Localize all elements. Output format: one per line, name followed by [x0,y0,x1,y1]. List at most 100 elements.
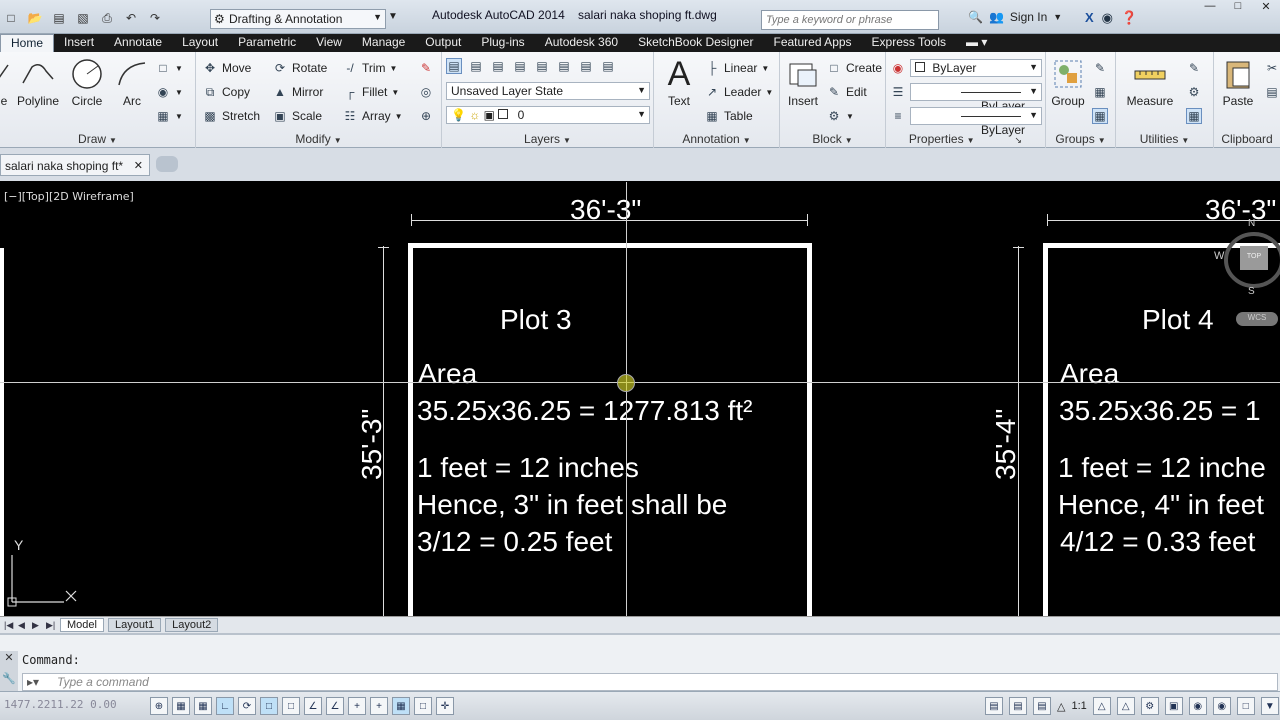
infer-constraints-icon[interactable]: ⊕ [150,697,168,715]
dialog-launcher-icon[interactable]: ↘ [1015,135,1023,145]
tab-featured-apps[interactable]: Featured Apps [763,34,861,52]
fillet-button[interactable]: ┌ Fillet ▼ [342,82,400,102]
quick-select-button[interactable]: ✎ [1186,58,1202,78]
dynamic-input-icon[interactable]: + [348,697,366,715]
tab-view[interactable]: View [306,34,352,52]
viewcube[interactable]: N W S TOP WCS [1208,216,1280,326]
object-snap-tracking-icon[interactable]: ∠ [304,697,322,715]
layer-lock-icon[interactable]: ▤ [578,58,594,74]
tab-manage[interactable]: Manage [352,34,415,52]
close-icon[interactable]: ✕ [1252,0,1280,18]
undo-icon[interactable]: ↶ [120,8,142,28]
workspace-select[interactable]: ⚙ Drafting & Annotation ▼ [210,9,386,29]
layer-match-icon[interactable]: ▤ [468,58,484,74]
rectangle-tool[interactable]: □ ▼ [155,58,183,78]
insert-block-tool[interactable]: Insert [782,58,824,108]
tab-layout2[interactable]: Layout2 [165,618,219,632]
wcs-menu[interactable]: WCS [1236,312,1278,326]
auto-scale-icon[interactable]: △ [1116,697,1135,715]
scale-button[interactable]: ▣ Scale [272,106,322,126]
groups-panel-label[interactable]: Groups ▼ [1046,132,1115,146]
layer-freeze-icon[interactable]: ▤ [556,58,572,74]
minimize-icon[interactable]: — [1196,0,1224,18]
redo-icon[interactable]: ↷ [144,8,166,28]
coordinate-readout[interactable]: 1477.2211.22 0.00 [4,698,117,711]
copy-clip-button[interactable]: ▤ [1264,82,1280,102]
transparency-icon[interactable]: ▦ [392,697,410,715]
clipboard-panel-label[interactable]: Clipboard [1214,132,1280,146]
leader-button[interactable]: ↗ Leader ▼ [704,82,773,102]
isolate-objects-icon[interactable]: ◉ [1212,697,1231,715]
polar-tracking-icon[interactable]: ⟳ [238,697,256,715]
utilities-panel-label[interactable]: Utilities ▼ [1116,132,1213,146]
save-icon[interactable]: ▤ [48,8,70,28]
paste-tool[interactable]: Paste [1216,58,1260,108]
model-space-icon[interactable]: ▤ [985,697,1003,715]
object-snap-icon[interactable]: □ [260,697,278,715]
mirror-button[interactable]: ▲ Mirror [272,82,323,102]
boundary-tool[interactable]: ▦ ▼ [155,106,183,126]
workspace-switch-icon[interactable]: ⚙ [1140,697,1159,715]
lineweight-toggle-icon[interactable]: + [370,697,388,715]
layer-off-icon[interactable]: ▤ [534,58,550,74]
close-icon[interactable]: ✕ [134,159,143,172]
text-tool[interactable]: A Text [658,55,700,109]
print-icon[interactable]: ⎙ [96,8,118,28]
next-tab-icon[interactable]: ▶ [32,620,42,631]
ortho-mode-icon[interactable]: ∟ [216,697,234,715]
help-icon[interactable]: ❓ [1121,10,1137,26]
ungroup-button[interactable]: ✎ [1092,58,1108,78]
tab-insert[interactable]: Insert [54,34,104,52]
toolbar-lock-icon[interactable]: ▣ [1164,697,1183,715]
trim-button[interactable]: -/ Trim ▼ [342,58,397,78]
quick-view-icon[interactable]: ▤ [1009,697,1027,715]
maximize-icon[interactable]: □ [1224,0,1252,18]
line-tool[interactable]: e [0,58,14,108]
group-select-button[interactable]: ▦ [1092,106,1108,126]
move-button[interactable]: ✥ Move [202,58,251,78]
exchange-icon[interactable]: X [1085,10,1094,26]
prev-tab-icon[interactable]: ◀ [18,620,28,631]
hatch-tool[interactable]: ◉ ▼ [155,82,183,102]
new-tab-button[interactable] [156,156,178,172]
open-icon[interactable]: 📂 [24,8,46,28]
wrench-icon[interactable]: 🔧 [0,672,18,685]
array-button[interactable]: ☷ Array ▼ [342,106,403,126]
arc-tool[interactable]: Arc [114,58,150,108]
layers-panel-label[interactable]: Layers ▼ [442,132,653,146]
close-icon[interactable]: ✕ [0,651,18,664]
viewcube-top-face[interactable]: TOP [1240,246,1268,270]
tab-parametric[interactable]: Parametric [228,34,306,52]
block-attributes-button[interactable]: ⚙ ▼ [826,106,854,126]
a360-icon[interactable]: ◉ [1102,10,1113,26]
circle-tool[interactable]: Circle [66,58,108,108]
select-all-button[interactable]: ⚙ [1186,82,1202,102]
edit-block-button[interactable]: ✎ Edit [826,82,867,102]
layer-walk-icon[interactable]: ▤ [600,58,616,74]
tab-annotate[interactable]: Annotate [104,34,172,52]
command-input[interactable]: ▸▾ Type a command [22,673,1278,691]
linetype-select[interactable]: ByLayer ▼ [910,107,1042,137]
command-prompt-icon[interactable]: ▸▾ [27,675,39,689]
viewport-controls[interactable]: [−][Top][2D Wireframe] [4,190,134,203]
lineweight-select[interactable]: ByLayer ▼ [910,83,1042,113]
drawing-canvas[interactable]: [−][Top][2D Wireframe] 36'-3" 35'-3" Plo… [0,182,1280,616]
grid-display-icon[interactable]: ▦ [194,697,212,715]
erase-button[interactable]: ✎ [418,58,434,78]
tab-output[interactable]: Output [415,34,471,52]
table-button[interactable]: ▦ Table [704,106,752,126]
layer-select[interactable]: 💡 ☼ ▣ 0 ▼ [446,106,650,124]
rotate-button[interactable]: ⟳ Rotate [272,58,327,78]
3d-osnap-icon[interactable]: □ [282,697,300,715]
ribbon-toggle-icon[interactable]: ▬ ▾ [956,34,997,52]
layer-isolate-icon[interactable]: ▤ [490,58,506,74]
layer-unisolate-icon[interactable]: ▤ [512,58,528,74]
cut-button[interactable]: ✂ [1264,58,1280,78]
tab-plugins[interactable]: Plug-ins [471,34,534,52]
annotation-visibility-icon[interactable]: △ [1092,697,1111,715]
properties-panel-label[interactable]: Properties ▼ ↘ [886,132,1045,146]
modify-panel-label[interactable]: Modify ▼ [196,132,441,146]
group-edit-button[interactable]: ▦ [1092,82,1108,102]
tab-layout[interactable]: Layout [172,34,228,52]
layout-view-icon[interactable]: ▤ [1033,697,1051,715]
